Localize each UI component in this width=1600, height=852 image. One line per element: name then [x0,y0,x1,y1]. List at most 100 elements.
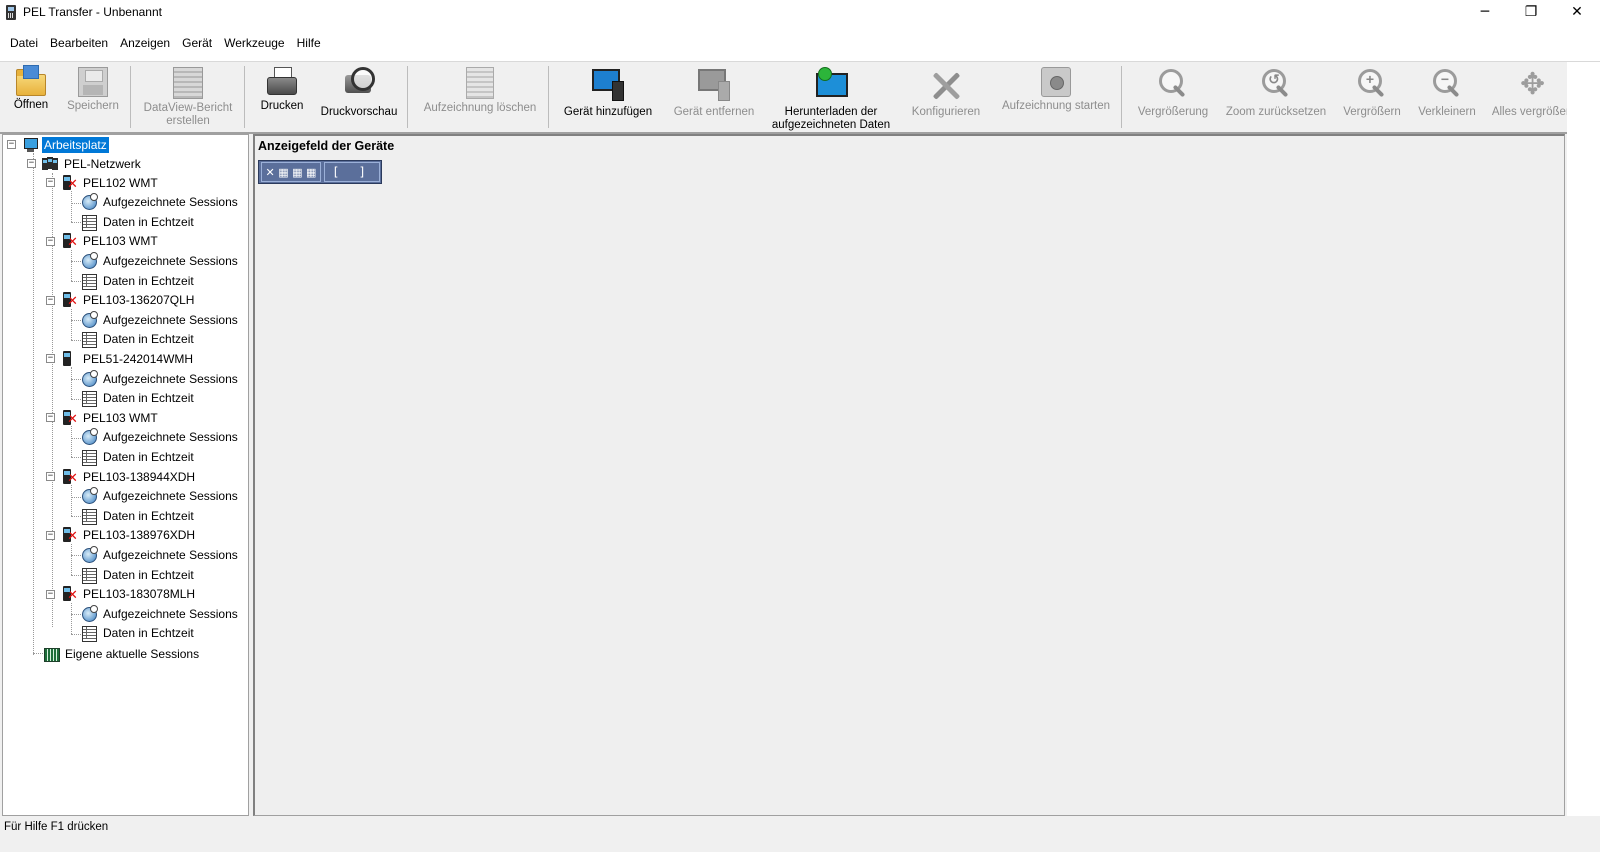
tree-node-realtime-data[interactable]: Daten in Echtzeit [81,447,196,466]
tree-node-device[interactable]: − ✕ PEL103-138976XDH [46,526,197,545]
zoom-reset-button[interactable]: ↺ Zoom zurücksetzen [1222,62,1330,132]
tree-node-pel-netzwerk[interactable]: − PEL-Netzwerk [27,154,143,173]
collapse-toggle-icon[interactable]: − [46,530,55,540]
tree-node-recorded-sessions[interactable]: Aufgezeichnete Sessions [81,604,240,623]
tree-node-device[interactable]: − ✕ PEL103-138944XDH [46,467,197,486]
toolbar-separator [548,66,549,128]
tree-node-own-sessions[interactable]: Eigene aktuelle Sessions [43,644,201,663]
tree-node-device[interactable]: − ✕ PEL103 WMT [46,232,160,251]
maximize-button[interactable]: ❐ [1508,0,1554,24]
tree-node-device[interactable]: − ✕ PEL103 WMT [46,408,160,427]
tree-child-label: Aufgezeichnete Sessions [103,253,238,268]
delete-recording-button[interactable]: Aufzeichnung löschen [417,62,543,132]
zoom-reset-label: Zoom zurücksetzen [1225,106,1327,118]
device-disconnected-icon: ✕ [61,409,78,426]
print-button[interactable]: Drucken [252,62,312,132]
tree-node-device[interactable]: − PEL51-242014WMH [46,349,195,368]
report-icon [173,67,203,99]
collapse-toggle-icon[interactable]: − [46,589,55,599]
tree-connector [71,398,81,400]
zoom-in-button[interactable]: + Vergrößern [1337,62,1407,132]
menu-anzeigen[interactable]: Anzeigen [114,36,176,50]
collapse-toggle-icon[interactable]: − [27,159,36,168]
close-button[interactable]: ✕ [1554,0,1600,24]
tree-node-realtime-data[interactable]: Daten in Echtzeit [81,212,196,231]
toolbar-separator [244,66,245,128]
tree-child-label: Daten in Echtzeit [103,391,194,406]
device-disconnected-icon: ✕ [61,527,78,543]
tree-connector [71,543,72,575]
collapse-toggle-icon[interactable]: − [46,354,55,364]
tree-connector [71,367,72,399]
remove-device-button[interactable]: Gerät entfernen [666,62,762,132]
tree-node-recorded-sessions[interactable]: Aufgezeichnete Sessions [81,310,240,329]
tree-node-recorded-sessions[interactable]: Aufgezeichnete Sessions [81,545,240,564]
tree-node-device[interactable]: − ✕ PEL103-183078MLH [46,585,197,604]
create-report-button[interactable]: DataView-Bericht erstellen [136,62,240,132]
tree-connector [33,153,34,655]
tree-node-recorded-sessions[interactable]: Aufgezeichnete Sessions [81,369,240,388]
tree-node-realtime-data[interactable]: Daten in Echtzeit [81,271,196,290]
download-data-button[interactable]: Herunterladen der aufgezeichneten Daten [766,62,896,132]
tree-node-device[interactable]: − ✕ PEL103-136207QLH [46,291,196,310]
save-button[interactable]: Speichern [62,62,124,132]
tree-connector [71,555,81,557]
tree-node-realtime-data[interactable]: Daten in Echtzeit [81,624,196,643]
tree-root-arbeitsplatz[interactable]: − Arbeitsplatz [7,135,109,154]
tree-node-recorded-sessions[interactable]: Aufgezeichnete Sessions [81,428,240,447]
zoom-all-icon [1516,67,1552,103]
menu-werkzeuge[interactable]: Werkzeuge [218,36,290,50]
collapse-toggle-icon[interactable]: − [7,140,16,149]
network-label: PEL-Netzwerk [64,156,141,171]
recorded-sessions-icon [81,251,98,269]
tree-child-label: Daten in Echtzeit [103,332,194,347]
mini-fit-button[interactable]: [ ] [324,162,380,182]
tree-node-device[interactable]: − ✕ PEL102 WMT [46,173,160,192]
remove-device-label: Gerät entfernen [673,106,755,118]
remove-device-icon [696,67,732,103]
tree-node-realtime-data[interactable]: Daten in Echtzeit [81,565,196,584]
add-device-button[interactable]: Gerät hinzufügen [556,62,660,132]
tree-connector [71,516,81,518]
tree-connector [71,222,81,224]
tree-node-recorded-sessions[interactable]: Aufgezeichnete Sessions [81,487,240,506]
tree-child-label: Daten in Echtzeit [103,214,194,229]
menu-bearbeiten[interactable]: Bearbeiten [44,36,114,50]
print-preview-label: Druckvorschau [320,106,398,118]
magnify-button[interactable]: Vergrößerung [1131,62,1215,132]
recorded-sessions-icon [81,487,98,505]
zoom-in-icon: + [1354,67,1390,103]
tree-node-realtime-data[interactable]: Daten in Echtzeit [81,506,196,525]
open-button[interactable]: Öffnen [4,62,58,132]
minimize-button[interactable]: ─ [1462,0,1508,24]
collapse-toggle-icon[interactable]: − [46,472,55,481]
device-mini-toolbar: ✕ ▦ ▦ ▦ [ ] [258,160,382,184]
tree-connector [71,249,72,281]
tree-node-realtime-data[interactable]: Daten in Echtzeit [81,330,196,349]
collapse-toggle-icon[interactable]: − [46,236,55,246]
tree-node-realtime-data[interactable]: Daten in Echtzeit [81,389,196,408]
collapse-toggle-icon[interactable]: − [46,178,55,187]
tree-connector [71,485,72,517]
tree-child-label: Aufgezeichnete Sessions [103,547,238,562]
device-label: PEL103 WMT [83,234,158,249]
start-recording-button[interactable]: Aufzeichnung starten [995,62,1117,132]
save-button-label: Speichern [67,100,119,112]
collapse-toggle-icon[interactable]: − [46,295,55,305]
zoom-in-label: Vergrößern [1343,106,1401,118]
menu-geraet[interactable]: Gerät [176,36,218,50]
menu-datei[interactable]: Datei [4,36,44,50]
tree-node-recorded-sessions[interactable]: Aufgezeichnete Sessions [81,193,240,212]
configure-button[interactable]: Konfigurieren [904,62,988,132]
magnifier-icon [1155,67,1191,103]
device-disconnected-icon: ✕ [61,586,78,602]
menu-hilfe[interactable]: Hilfe [291,36,327,50]
print-preview-button[interactable]: Druckvorschau [318,62,400,132]
tree-connector [71,281,81,282]
download-data-label: Herunterladen der aufgezeichneten Daten [771,106,891,131]
recorded-sessions-icon [81,369,98,387]
tree-node-recorded-sessions[interactable]: Aufgezeichnete Sessions [81,251,240,270]
collapse-toggle-icon[interactable]: − [46,413,55,423]
zoom-out-button[interactable]: − Verkleinern [1412,62,1482,132]
mini-tools-group[interactable]: ✕ ▦ ▦ ▦ [261,162,321,182]
